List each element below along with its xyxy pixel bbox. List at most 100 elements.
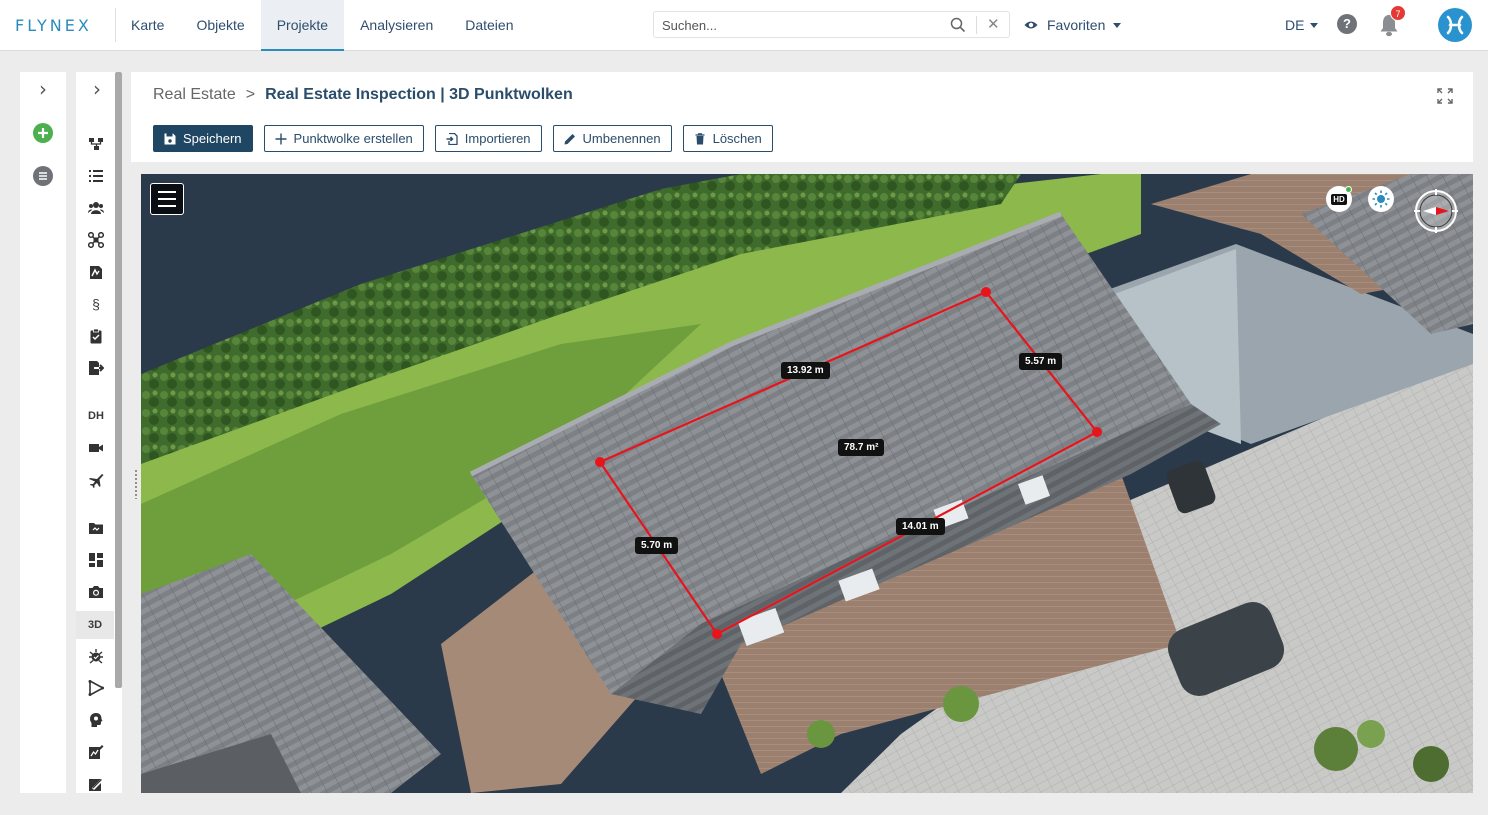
pointcloud-scene[interactable] [141,174,1473,793]
export-icon [89,361,104,375]
video-button[interactable] [84,437,108,459]
save-button[interactable]: Speichern [153,125,253,152]
fullscreen-icon[interactable] [1437,88,1453,104]
3d-button[interactable]: 3D [76,611,114,639]
ruler-pen-icon [89,779,103,791]
measurement-right-label: 5.57 m [1019,353,1063,370]
sun-icon [1372,190,1390,208]
airplane-icon [89,474,104,488]
viewer-menu-button[interactable] [150,183,184,215]
folder-icon [89,523,103,534]
eye-icon [1024,21,1038,29]
analysis-button[interactable] [84,709,108,731]
help-icon[interactable]: ? [1337,14,1357,34]
compass-icon[interactable] [1411,186,1461,236]
add-circle-icon [33,123,53,143]
save-icon [164,133,176,144]
users-button[interactable] [84,197,108,219]
export-button[interactable] [84,357,108,379]
paragraph-button[interactable]: § [84,293,108,315]
pointcloud-viewer[interactable]: 13.92 m 5.57 m 14.01 m 5.70 m 78.7 m² HD [141,174,1473,793]
chart-edit-button[interactable] [84,741,108,763]
search-icon[interactable] [950,17,966,33]
top-bar: FLYNEX Karte Objekte Projekte Analysiere… [0,0,1488,51]
language-dropdown[interactable]: DE [1285,17,1319,33]
hierarchy-button[interactable] [84,133,108,155]
create-pointcloud-label: Punktwolke erstellen [293,131,413,146]
dh-button[interactable]: DH [84,405,108,427]
create-pointcloud-button[interactable]: Punktwolke erstellen [263,125,424,152]
list-button[interactable] [32,165,54,187]
dashboard-button[interactable] [84,549,108,571]
nav-karte[interactable]: Karte [115,0,180,51]
tool-sidebar-scrollbar[interactable] [115,72,122,688]
clear-icon[interactable]: ✕ [987,16,1000,34]
hd-status-dot [1345,186,1352,193]
list-icon [89,170,103,182]
measurement-top-label: 13.92 m [781,362,830,379]
measurement-bottom-label: 14.01 m [896,518,945,535]
hierarchy-icon [89,138,103,150]
nav-objekte[interactable]: Objekte [180,0,260,51]
add-button[interactable] [32,122,54,144]
dashboard-icon [89,553,103,567]
favorites-label: Favoriten [1047,17,1106,33]
drone-button[interactable] [84,229,108,251]
import-icon [446,132,458,145]
breadcrumb-parent[interactable]: Real Estate [153,86,236,104]
folder-button[interactable] [84,517,108,539]
avatar[interactable] [1438,8,1472,42]
toolbar: Speichern Punktwolke erstellen Importier… [153,125,773,152]
delete-button[interactable]: Löschen [682,125,773,152]
menu-bar [158,205,176,207]
chevron-down-icon [1113,22,1122,28]
breadcrumb-separator: > [245,86,256,103]
menu-bar [158,191,176,193]
clipboard-icon [90,328,102,344]
breadcrumb: Real Estate > Real Estate Inspection | 3… [153,86,573,104]
expand-sidebar-button[interactable]: › [30,77,56,101]
hd-toggle-button[interactable]: HD [1326,186,1352,212]
measure-edit-button[interactable] [84,773,108,795]
flight-button[interactable] [84,469,108,491]
lighting-button[interactable] [1368,186,1394,212]
list-view-button[interactable] [84,165,108,187]
chevron-right-icon: › [39,77,47,101]
users-icon [88,202,104,214]
vector-button[interactable] [84,677,108,699]
camera-button[interactable] [84,581,108,603]
drone-icon [88,232,104,248]
resize-handle[interactable] [134,469,138,499]
search-input[interactable] [662,16,932,34]
video-camera-icon [89,444,103,452]
nav-projekte[interactable]: Projekte [260,0,345,51]
trash-icon [695,132,705,144]
breadcrumb-current: Real Estate Inspection | 3D Punktwolken [265,86,573,103]
rename-label: Umbenennen [582,131,661,146]
main-nav: Karte Objekte Projekte Analysieren Datei… [115,0,530,51]
favorites-dropdown[interactable]: Favoriten [1024,17,1122,33]
hd-icon: HD [1331,193,1347,205]
nav-analysieren[interactable]: Analysieren [344,0,449,51]
clipboard-button[interactable] [84,325,108,347]
nav-dateien[interactable]: Dateien [449,0,529,51]
plus-icon [275,133,287,144]
dh-label: DH [88,410,104,422]
vector-icon [88,680,104,696]
paragraph-icon: § [92,296,100,312]
inspection-button[interactable] [84,645,108,667]
expand-tools-button[interactable]: › [84,77,110,101]
import-label: Importieren [464,131,531,146]
flynex-logo[interactable]: FLYNEX [15,16,92,35]
camera-icon [89,586,103,598]
notification-badge: 7 [1390,5,1406,21]
save-label: Speichern [183,131,242,146]
3d-label: 3D [87,619,103,631]
bug-icon [89,649,103,664]
chart-edit-icon [89,745,104,759]
rename-button[interactable]: Umbenennen [552,125,672,152]
map-document-button[interactable] [84,261,108,283]
chevron-down-icon [1310,22,1319,28]
import-button[interactable]: Importieren [434,125,542,152]
language-value: DE [1285,17,1305,33]
